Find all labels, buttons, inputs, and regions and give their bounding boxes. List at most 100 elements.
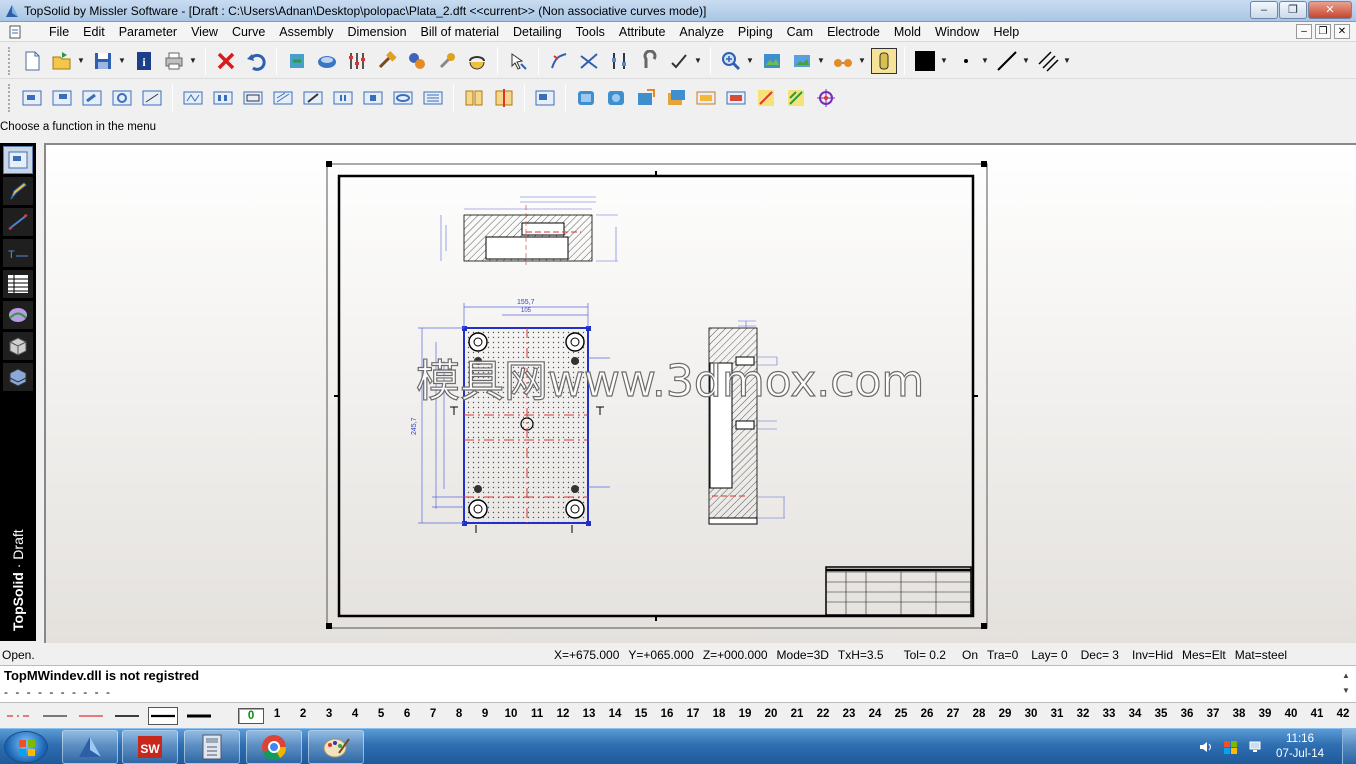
line-dropdown-icon[interactable]: ▼ xyxy=(1022,56,1030,65)
save-button[interactable] xyxy=(90,48,116,74)
render-7-button[interactable] xyxy=(753,85,779,111)
glasses-button[interactable] xyxy=(830,48,856,74)
status-dec[interactable]: Dec= 3 xyxy=(1081,648,1119,662)
frame-button[interactable] xyxy=(532,85,558,111)
layer-item[interactable]: 30 xyxy=(1018,708,1044,724)
render-6-button[interactable] xyxy=(723,85,749,111)
assembly-mode-button[interactable] xyxy=(3,363,33,391)
menu-detailing[interactable]: Detailing xyxy=(506,22,569,42)
status-lay[interactable]: Lay= 0 xyxy=(1031,648,1067,662)
line-style-medium[interactable] xyxy=(112,707,142,725)
hammer-button[interactable] xyxy=(374,48,400,74)
view-tool-9[interactable] xyxy=(420,85,446,111)
layer-item[interactable]: 14 xyxy=(602,708,628,724)
print-dropdown-icon[interactable]: ▼ xyxy=(189,56,197,65)
trim-button[interactable] xyxy=(576,48,602,74)
view-tool-1[interactable] xyxy=(180,85,206,111)
new-file-button[interactable] xyxy=(19,48,45,74)
layer-item[interactable]: 19 xyxy=(732,708,758,724)
status-txh[interactable]: TxH=3.5 xyxy=(838,648,884,662)
doc-minimize-button[interactable]: – xyxy=(1296,24,1312,39)
toolbar-grip-2[interactable] xyxy=(8,84,11,112)
document-icon[interactable] xyxy=(8,25,22,39)
regenerate-button[interactable] xyxy=(284,48,310,74)
auxiliary-view-button[interactable] xyxy=(79,85,105,111)
color-picker-button[interactable] xyxy=(912,48,938,74)
rotate-view-button[interactable] xyxy=(464,48,490,74)
layer-item[interactable]: 18 xyxy=(706,708,732,724)
pointer-tool-button[interactable] xyxy=(505,48,531,74)
status-mode[interactable]: Mode=3D xyxy=(777,648,829,662)
layer-item[interactable]: 9 xyxy=(472,708,498,724)
layer-item[interactable]: 20 xyxy=(758,708,784,724)
layer-item[interactable]: 25 xyxy=(888,708,914,724)
status-on[interactable]: On xyxy=(962,648,978,662)
layer-item[interactable]: 39 xyxy=(1252,708,1278,724)
draft-mode-button[interactable] xyxy=(3,146,33,174)
render-1-button[interactable] xyxy=(573,85,599,111)
sketch-mode-button[interactable] xyxy=(3,177,33,205)
assembly-tool-button[interactable] xyxy=(404,48,430,74)
material-button[interactable] xyxy=(871,47,897,74)
menu-help[interactable]: Help xyxy=(986,22,1026,42)
zoom-button[interactable] xyxy=(718,48,744,74)
layer-item[interactable]: 40 xyxy=(1278,708,1304,724)
view-tool-7[interactable] xyxy=(360,85,386,111)
line-style-dashdot[interactable] xyxy=(4,707,34,725)
taskbar-calculator[interactable] xyxy=(184,730,240,764)
layer-item[interactable]: 26 xyxy=(914,708,940,724)
flag-icon[interactable] xyxy=(1222,739,1240,755)
render-8-button[interactable] xyxy=(783,85,809,111)
render-2-button[interactable] xyxy=(603,85,629,111)
drawing-canvas[interactable]: 155,7 105 245,7 模具网www.3dmox.com xyxy=(44,143,1356,643)
layer-item[interactable]: 3 xyxy=(316,708,342,724)
zoom-dropdown-icon[interactable]: ▼ xyxy=(746,56,754,65)
message-console[interactable]: TopMWindev.dll is not registred - - - - … xyxy=(0,665,1356,703)
point-style-button[interactable] xyxy=(953,48,979,74)
view-tool-5[interactable] xyxy=(300,85,326,111)
view-tool-3[interactable] xyxy=(240,85,266,111)
layer-item[interactable]: 35 xyxy=(1148,708,1174,724)
line-style-red[interactable] xyxy=(76,707,106,725)
hatch-dropdown-icon[interactable]: ▼ xyxy=(1063,56,1071,65)
layer-item[interactable]: 22 xyxy=(810,708,836,724)
dimension-mode-button[interactable] xyxy=(3,208,33,236)
console-scrollbar[interactable]: ▲ ▼ xyxy=(1340,668,1352,702)
hook-button[interactable] xyxy=(636,48,662,74)
delete-button[interactable] xyxy=(213,48,239,74)
detail-view-button[interactable] xyxy=(109,85,135,111)
color-dropdown-icon[interactable]: ▼ xyxy=(940,56,948,65)
doc-restore-button[interactable]: ❐ xyxy=(1315,24,1331,39)
volume-icon[interactable] xyxy=(1198,739,1214,755)
open-file-button[interactable] xyxy=(49,48,75,74)
layer-item[interactable]: 10 xyxy=(498,708,524,724)
status-tol[interactable]: Tol= 0.2 xyxy=(904,648,946,662)
pen-check-button[interactable] xyxy=(666,48,692,74)
line-style-thin[interactable] xyxy=(40,707,70,725)
menu-window[interactable]: Window xyxy=(928,22,986,42)
layer-item[interactable]: 28 xyxy=(966,708,992,724)
clock[interactable]: 11:16 07-Jul-14 xyxy=(1276,732,1324,762)
menu-piping[interactable]: Piping xyxy=(731,22,780,42)
status-mes[interactable]: Mes=Elt xyxy=(1182,648,1226,662)
text-mode-button[interactable]: T xyxy=(3,239,33,267)
glasses-dropdown-icon[interactable]: ▼ xyxy=(858,56,866,65)
layer-item[interactable]: 0 xyxy=(238,708,265,724)
layer-item[interactable]: 27 xyxy=(940,708,966,724)
menu-view[interactable]: View xyxy=(184,22,225,42)
taskbar-chrome[interactable] xyxy=(246,730,302,764)
shade-button[interactable] xyxy=(314,48,340,74)
minimize-button[interactable]: – xyxy=(1250,1,1278,19)
menu-electrode[interactable]: Electrode xyxy=(820,22,887,42)
status-mat[interactable]: Mat=steel xyxy=(1235,648,1287,662)
toolbar-grip[interactable] xyxy=(8,46,11,75)
layer-item[interactable]: 42 xyxy=(1330,708,1356,724)
maximize-button[interactable]: ❐ xyxy=(1279,1,1307,19)
view-tool-2[interactable] xyxy=(210,85,236,111)
layer-item[interactable]: 8 xyxy=(446,708,472,724)
zoom-fit-button[interactable] xyxy=(759,48,785,74)
save-dropdown-icon[interactable]: ▼ xyxy=(118,56,126,65)
layer-item[interactable]: 36 xyxy=(1174,708,1200,724)
line-style-button[interactable] xyxy=(994,48,1020,74)
layer-item[interactable]: 15 xyxy=(628,708,654,724)
